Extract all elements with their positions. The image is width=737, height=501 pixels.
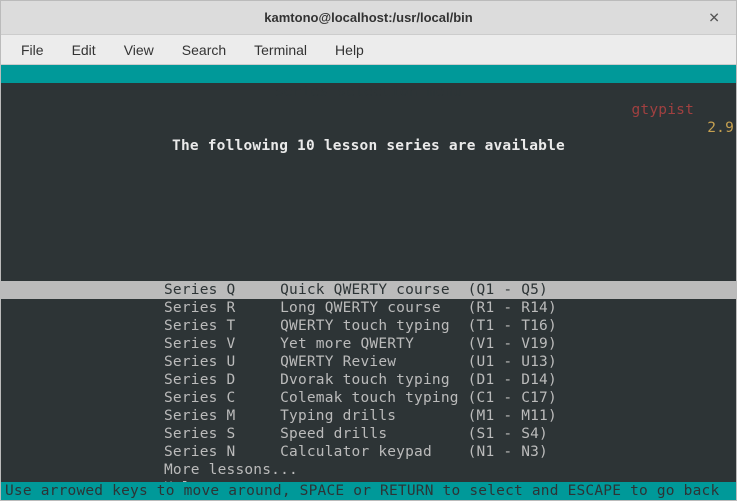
series-list: Series Q Quick QWERTY course (Q1 - Q5) S…: [1, 281, 736, 497]
list-item-series[interactable]: Series C Colemak touch typing (C1 - C17): [1, 389, 736, 407]
app-version: 2.9: [707, 119, 734, 137]
menu-file[interactable]: File: [9, 38, 56, 62]
window-titlebar: kamtono@localhost:/usr/local/bin ✕: [1, 1, 736, 35]
list-item-series[interactable]: Series M Typing drills (M1 - M11): [1, 407, 736, 425]
menu-view[interactable]: View: [112, 38, 166, 62]
subtitle: The following 10 lesson series are avail…: [1, 137, 736, 155]
list-item[interactable]: More lessons...: [1, 461, 736, 479]
terminal-area[interactable]: Series selection menu gtypist 2.9 The fo…: [1, 65, 736, 500]
list-item-series[interactable]: Series Q Quick QWERTY course (Q1 - Q5): [1, 281, 736, 299]
app-header-title: Series selection menu: [275, 83, 463, 101]
window-title: kamtono@localhost:/usr/local/bin: [264, 10, 472, 25]
menubar: File Edit View Search Terminal Help: [1, 35, 736, 65]
footer-hint: Use arrowed keys to move around, SPACE o…: [1, 482, 736, 500]
list-item-series[interactable]: Series R Long QWERTY course (R1 - R14): [1, 299, 736, 317]
list-item-series[interactable]: Series U QWERTY Review (U1 - U13): [1, 353, 736, 371]
list-item-series[interactable]: Series D Dvorak touch typing (D1 - D14): [1, 371, 736, 389]
list-item-series[interactable]: Series N Calculator keypad (N1 - N3): [1, 443, 736, 461]
app-name: gtypist: [631, 101, 694, 119]
list-item-series[interactable]: Series S Speed drills (S1 - S4): [1, 425, 736, 443]
terminal-content: The following 10 lesson series are avail…: [1, 83, 736, 500]
menu-search[interactable]: Search: [170, 38, 238, 62]
list-item-series[interactable]: Series T QWERTY touch typing (T1 - T16): [1, 317, 736, 335]
app-header-bar: Series selection menu gtypist 2.9: [1, 65, 736, 83]
close-icon[interactable]: ✕: [702, 7, 726, 28]
list-item-series[interactable]: Series V Yet more QWERTY (V1 - V19): [1, 335, 736, 353]
menu-help[interactable]: Help: [323, 38, 376, 62]
menu-terminal[interactable]: Terminal: [242, 38, 319, 62]
menu-edit[interactable]: Edit: [60, 38, 108, 62]
spacer: [1, 191, 736, 245]
